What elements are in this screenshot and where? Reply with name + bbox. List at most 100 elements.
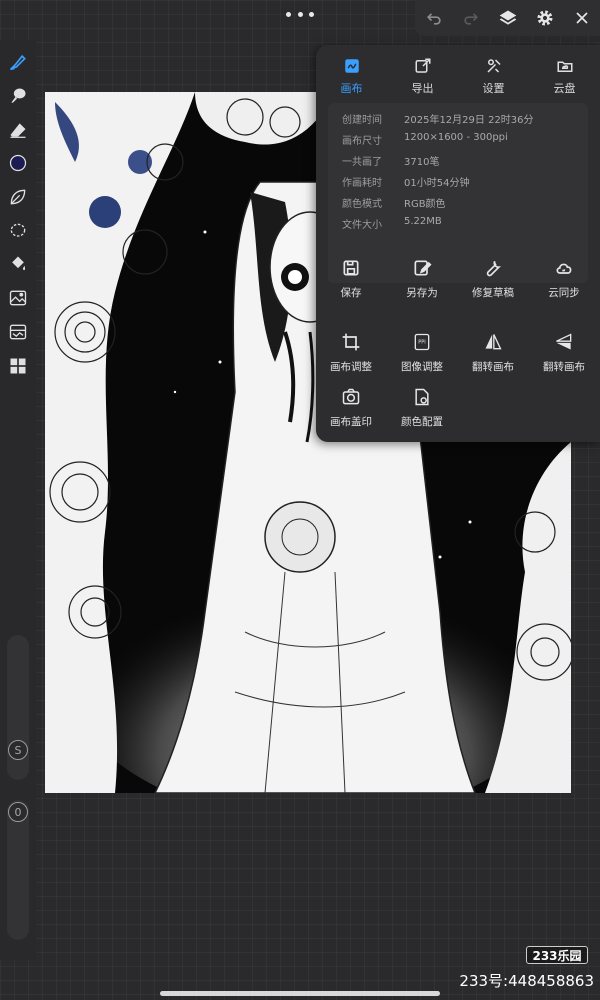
undo-button[interactable] xyxy=(415,0,452,36)
canvas-settings-panel: 画布 导出 设置 云盘 创建时间 2025年12月29日 22时36分 画布尺寸 1… xyxy=(316,45,600,442)
info-row: 一共画了 3710笔 xyxy=(342,153,439,169)
canvas-icon xyxy=(344,59,359,73)
save-button[interactable]: 保存 xyxy=(316,257,386,307)
info-value: 1200×1600 - 300ppi xyxy=(404,132,508,143)
layout-tool[interactable] xyxy=(6,354,30,378)
export-icon xyxy=(415,58,430,73)
ppi-icon: PPI xyxy=(414,333,430,351)
wrench-icon xyxy=(486,260,502,277)
gear-icon xyxy=(537,10,552,26)
icon-wrap xyxy=(411,257,433,279)
info-row: 文件大小 5.22MB xyxy=(342,216,442,232)
flip-vertical-label: 翻转画布 xyxy=(543,361,585,373)
info-key: 创建时间 xyxy=(342,115,382,126)
info-row: 作画耗时 01小时54分钟 xyxy=(342,174,469,190)
dot xyxy=(297,11,303,17)
canvas-adjust-label: 画布调整 xyxy=(330,361,372,373)
fill-tool[interactable] xyxy=(6,252,30,276)
tool-sidebar: S 0 xyxy=(0,40,36,960)
layers-icon xyxy=(499,10,516,25)
crop-icon xyxy=(342,333,360,351)
lasso-tool[interactable] xyxy=(6,219,30,243)
settings-button[interactable] xyxy=(526,0,563,36)
reference-tool[interactable] xyxy=(6,320,30,344)
icon-wrap xyxy=(482,331,504,353)
icon-wrap xyxy=(340,331,362,353)
brush-icon xyxy=(9,54,26,71)
tab-label: 导出 xyxy=(411,82,434,95)
eraser-tool[interactable] xyxy=(6,118,30,142)
layers-button[interactable] xyxy=(489,0,526,36)
layout-icon xyxy=(10,358,26,374)
info-key: 颜色模式 xyxy=(342,199,382,210)
repair-draft-button[interactable]: 修复草稿 xyxy=(458,257,528,307)
cloud-sync-button[interactable]: 云同步 xyxy=(529,257,599,307)
redo-icon xyxy=(463,13,478,25)
image-tool[interactable] xyxy=(6,286,30,310)
home-indicator[interactable] xyxy=(160,991,440,996)
info-key: 作画耗时 xyxy=(342,178,382,189)
undo-icon xyxy=(426,13,441,25)
info-key: 画布尺寸 xyxy=(342,136,382,147)
info-row: 画布尺寸 1200×1600 - 300ppi xyxy=(342,132,508,148)
tab-export[interactable]: 导出 xyxy=(387,53,458,97)
info-row: 创建时间 2025年12月29日 22时36分 xyxy=(342,111,534,127)
info-key: 文件大小 xyxy=(342,220,382,231)
info-row: 颜色模式 RGB颜色 xyxy=(342,195,446,211)
lasso-icon xyxy=(10,223,26,237)
save-as-icon xyxy=(414,260,432,276)
svg-text:PPI: PPI xyxy=(418,340,426,346)
save-as-button[interactable]: 另存为 xyxy=(387,257,457,307)
top-toolbar xyxy=(415,0,600,36)
save-icon xyxy=(343,260,359,276)
icon-wrap xyxy=(553,257,575,279)
flip-vertical-icon xyxy=(556,333,572,350)
export-tab-icon-wrap xyxy=(412,55,434,77)
more-options-button[interactable] xyxy=(286,6,314,22)
close-icon xyxy=(575,12,588,24)
info-value: 5.22MB xyxy=(404,216,442,227)
redo-button[interactable] xyxy=(452,0,489,36)
info-key: 一共画了 xyxy=(342,157,382,168)
opacity-knob[interactable]: 0 xyxy=(8,802,28,822)
shape-tool[interactable] xyxy=(6,185,30,209)
fill-icon xyxy=(12,256,26,271)
save-as-label: 另存为 xyxy=(406,287,438,299)
cloud-folder-icon xyxy=(557,61,572,72)
close-button[interactable] xyxy=(563,0,600,36)
info-value: 3710笔 xyxy=(404,157,440,168)
cloud-sync-icon xyxy=(556,263,572,274)
icon-wrap xyxy=(411,386,433,408)
tab-label: 云盘 xyxy=(553,82,576,95)
canvas-adjust-button[interactable]: 画布调整 xyxy=(316,331,386,381)
repair-draft-label: 修复草稿 xyxy=(472,287,514,299)
icon-wrap xyxy=(553,331,575,353)
eraser-icon xyxy=(10,123,26,138)
tools-icon xyxy=(486,59,501,73)
image-adjust-button[interactable]: PPI 图像调整 xyxy=(387,331,457,381)
icon-wrap xyxy=(482,257,504,279)
dot xyxy=(286,11,291,17)
settings-tab-icon-wrap xyxy=(483,55,505,77)
flip-vertical-button[interactable]: 翻转画布 xyxy=(529,331,599,381)
tab-label: 画布 xyxy=(340,82,363,95)
brush-size-knob[interactable]: S xyxy=(8,740,28,760)
brush-tool[interactable] xyxy=(6,50,30,74)
info-value: 01小时54分钟 xyxy=(404,178,470,189)
canvas-tab-icon-wrap xyxy=(341,55,363,77)
save-label: 保存 xyxy=(340,287,362,299)
color-picker[interactable] xyxy=(6,151,30,175)
smudge-tool[interactable] xyxy=(6,84,30,108)
color-profile-button[interactable]: 颜色配置 xyxy=(387,386,457,436)
color-profile-icon xyxy=(415,388,429,406)
smudge-icon xyxy=(11,88,26,103)
dot xyxy=(309,11,314,17)
color-profile-label: 颜色配置 xyxy=(401,416,443,428)
tab-cloud[interactable]: 云盘 xyxy=(529,53,600,97)
canvas-stamp-button[interactable]: 画布盖印 xyxy=(316,386,386,436)
tab-canvas[interactable]: 画布 xyxy=(316,53,387,97)
image-adjust-label: 图像调整 xyxy=(401,361,443,373)
tab-settings[interactable]: 设置 xyxy=(458,53,529,97)
flip-horizontal-button[interactable]: 翻转画布 xyxy=(458,331,528,381)
color-swatch xyxy=(9,154,27,172)
